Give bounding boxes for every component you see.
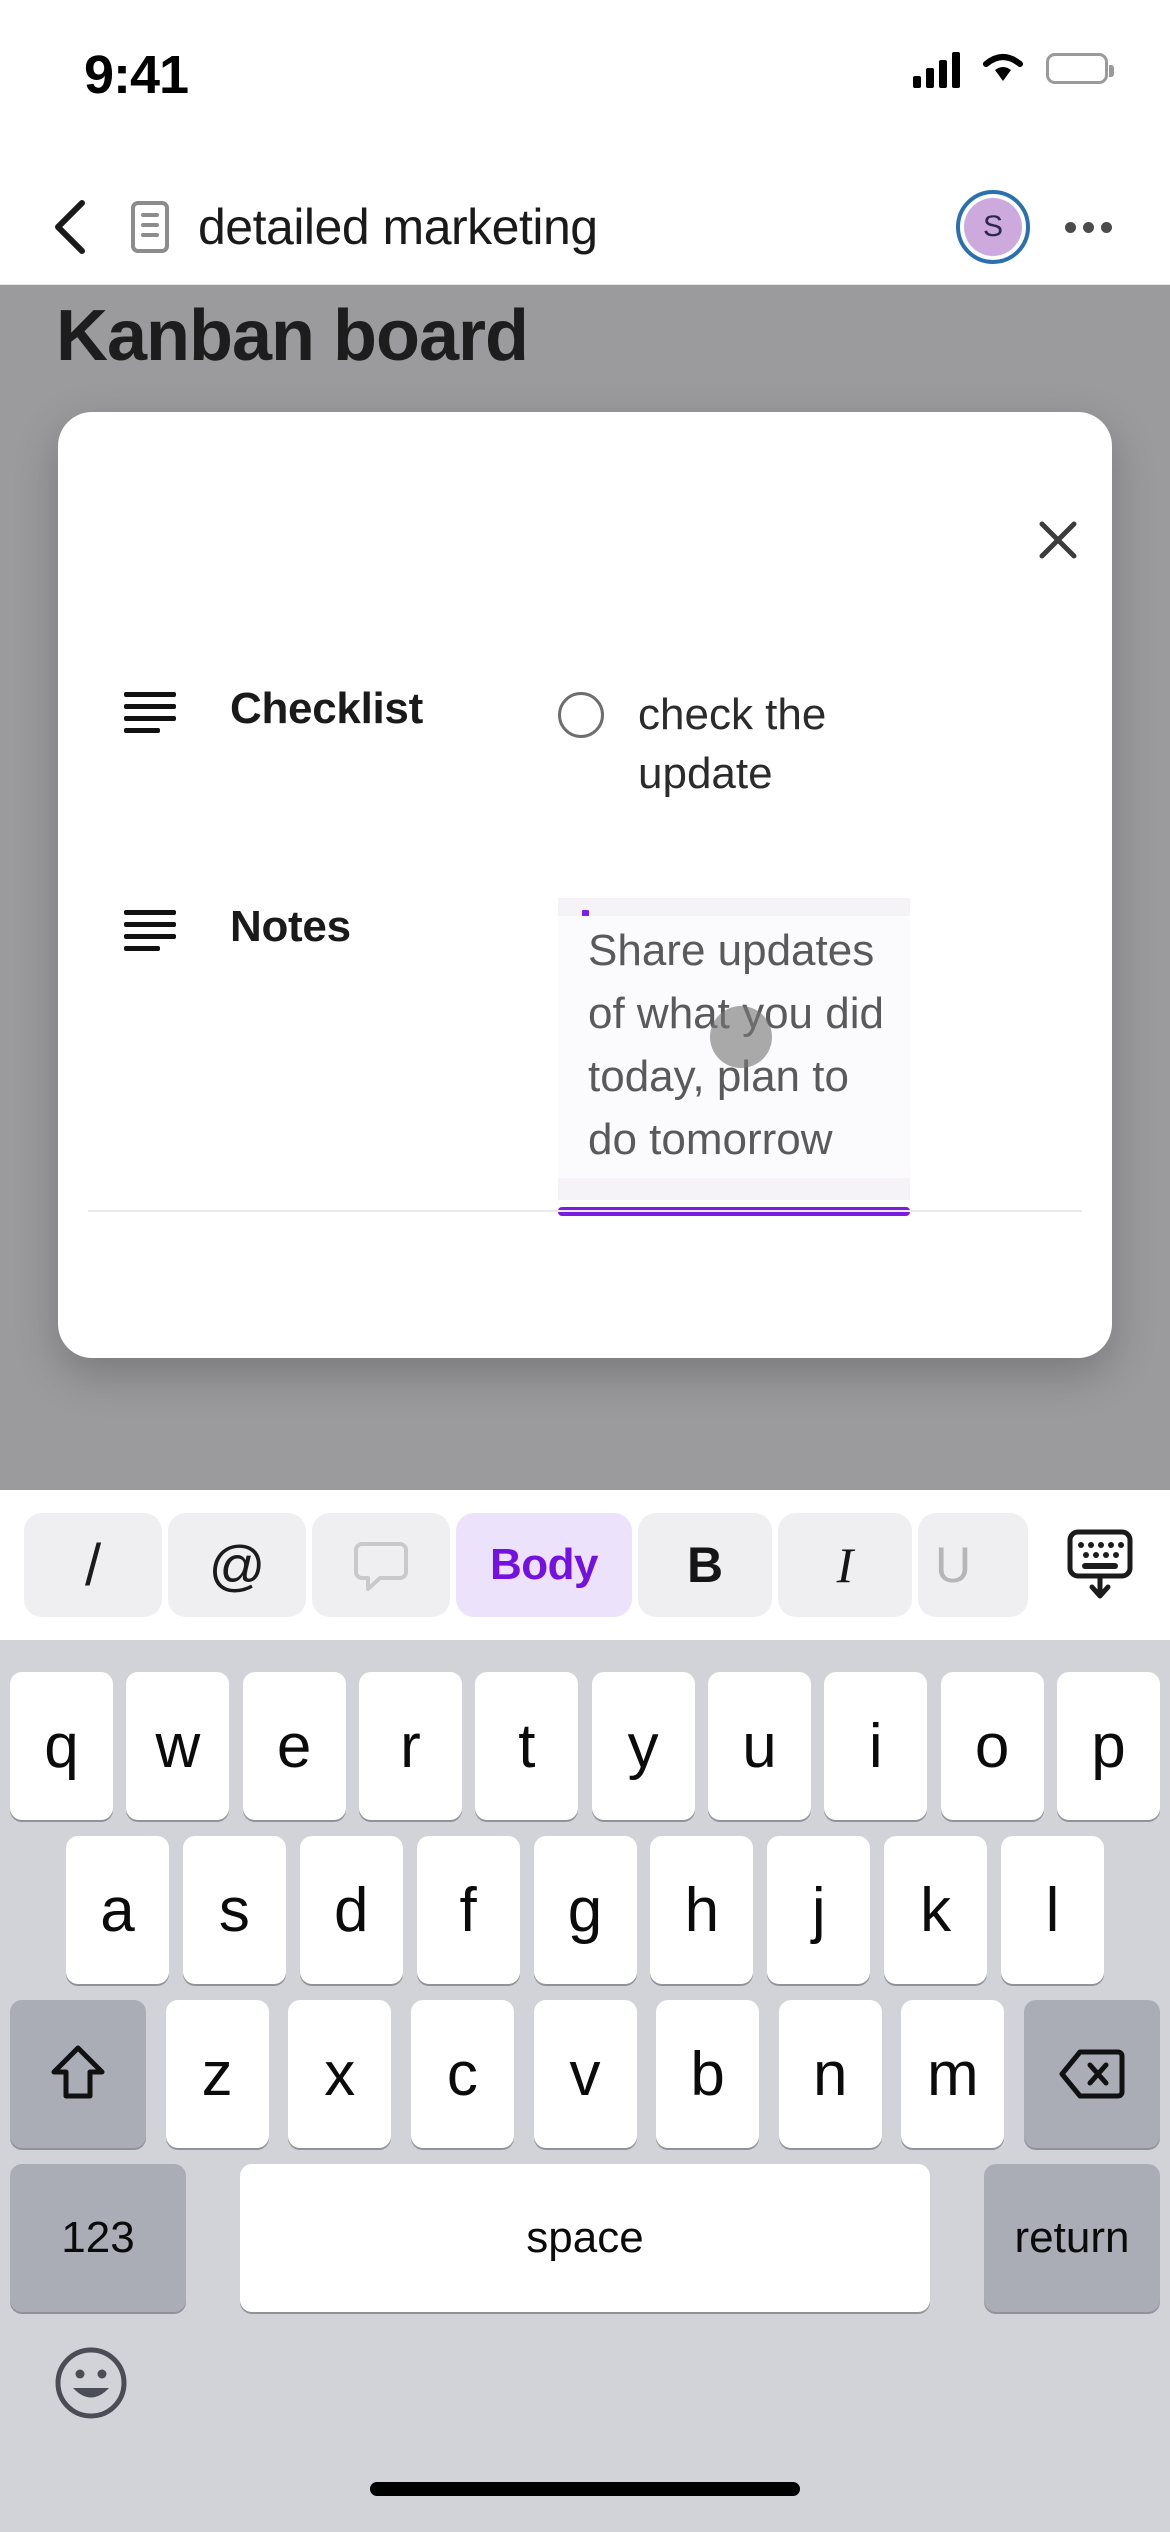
checklist-label: Checklist [230, 684, 423, 733]
backspace-icon [1059, 2049, 1125, 2099]
mention-label: @ [208, 1533, 266, 1597]
checklist-item-text[interactable]: check the update [638, 686, 888, 803]
format-toolbar: / @ Body B I U [0, 1490, 1170, 1640]
key-d[interactable]: d [299, 1836, 403, 1984]
key-h[interactable]: h [650, 1836, 754, 1984]
modal-divider [88, 1210, 1082, 1212]
key-y[interactable]: y [591, 1672, 695, 1820]
notes-input[interactable]: Share updates of what you did today, pla… [558, 898, 910, 1216]
numbers-key[interactable]: 123 [10, 2164, 186, 2312]
key-l[interactable]: l [1001, 1836, 1104, 1984]
comment-icon [354, 1542, 408, 1591]
dismiss-keyboard-button[interactable] [1054, 1513, 1146, 1617]
slash-command-label: / [84, 1532, 102, 1598]
mention-button[interactable]: @ [168, 1513, 306, 1617]
key-f[interactable]: f [416, 1836, 520, 1984]
italic-button[interactable]: I [778, 1513, 912, 1617]
key-q[interactable]: q [10, 1672, 113, 1820]
checklist-item[interactable]: check the update [558, 680, 888, 803]
checklist-field-row: Checklist check the update [58, 680, 1112, 803]
keyboard-row-3: z x c v b n m [0, 2000, 1170, 2148]
key-i[interactable]: i [824, 1672, 928, 1820]
key-s[interactable]: s [182, 1836, 286, 1984]
status-bar: 9:41 [0, 0, 1170, 170]
key-k[interactable]: k [884, 1836, 988, 1984]
close-icon [1039, 521, 1077, 559]
back-button[interactable] [22, 179, 118, 275]
checklist-label-group: Checklist [58, 680, 558, 734]
on-screen-keyboard: q w e r t y u i o p a s d f g h j k l z … [0, 1640, 1170, 2532]
key-t[interactable]: t [475, 1672, 579, 1820]
shift-key[interactable] [10, 2000, 146, 2148]
space-key[interactable]: space [240, 2164, 930, 2312]
more-options-icon[interactable] [1056, 195, 1120, 259]
navigation-bar: detailed marketing S [0, 170, 1170, 285]
key-v[interactable]: v [533, 2000, 637, 2148]
list-lines-icon [124, 690, 180, 734]
wifi-icon [980, 48, 1026, 89]
keyboard-row-2: a s d f g h j k l [0, 1836, 1170, 1984]
key-a[interactable]: a [66, 1836, 169, 1984]
keyboard-row-1: q w e r t y u i o p [0, 1672, 1170, 1820]
key-g[interactable]: g [533, 1836, 637, 1984]
text-style-button[interactable]: Body [456, 1513, 632, 1617]
key-j[interactable]: j [767, 1836, 871, 1984]
underline-label: U [934, 1537, 972, 1593]
key-w[interactable]: w [126, 1672, 230, 1820]
board-title: Kanban board [56, 296, 529, 376]
chevron-left-icon [55, 200, 85, 254]
cellular-signal-icon [913, 50, 960, 88]
bold-button[interactable]: B [638, 1513, 772, 1617]
bold-label: B [686, 1537, 724, 1593]
key-n[interactable]: n [778, 2000, 882, 2148]
notes-field-row: Notes Share updates of what you did toda… [58, 898, 1112, 1216]
key-z[interactable]: z [165, 2000, 269, 2148]
navigation-actions: S [956, 190, 1120, 264]
italic-label: I [836, 1537, 854, 1593]
battery-icon [1046, 53, 1114, 84]
shift-icon [51, 2045, 105, 2099]
return-key[interactable]: return [984, 2164, 1160, 2312]
status-bar-time: 9:41 [84, 45, 189, 105]
underline-button[interactable]: U [918, 1513, 1028, 1617]
avatar[interactable]: S [956, 190, 1030, 264]
notes-label: Notes [230, 902, 351, 951]
document-icon [128, 199, 172, 255]
home-indicator [370, 2482, 800, 2496]
list-lines-icon [124, 908, 180, 952]
notes-label-group: Notes [58, 898, 558, 952]
key-m[interactable]: m [901, 2000, 1005, 2148]
text-style-label: Body [490, 1540, 599, 1589]
key-x[interactable]: x [288, 2000, 392, 2148]
checklist-checkbox[interactable] [558, 692, 604, 738]
key-o[interactable]: o [940, 1672, 1044, 1820]
key-p[interactable]: p [1056, 1672, 1160, 1820]
slash-command-button[interactable]: / [24, 1513, 162, 1617]
emoji-icon [55, 2347, 127, 2419]
keyboard-dismiss-icon [1067, 1529, 1133, 1599]
comment-button[interactable] [312, 1513, 450, 1617]
keyboard-row-4: 123 space return [0, 2164, 1170, 2312]
backspace-key[interactable] [1024, 2000, 1160, 2148]
key-r[interactable]: r [358, 1672, 462, 1820]
avatar-initial: S [964, 198, 1022, 256]
key-e[interactable]: e [242, 1672, 346, 1820]
key-c[interactable]: c [410, 2000, 514, 2148]
status-bar-indicators [913, 48, 1114, 89]
close-button[interactable] [1018, 500, 1098, 580]
page-title: detailed marketing [198, 199, 598, 255]
task-detail-modal: Checklist check the update Notes Share u… [58, 412, 1112, 1358]
touch-indicator [710, 1006, 772, 1068]
key-u[interactable]: u [707, 1672, 811, 1820]
key-b[interactable]: b [656, 2000, 760, 2148]
emoji-key[interactable] [48, 2340, 134, 2426]
